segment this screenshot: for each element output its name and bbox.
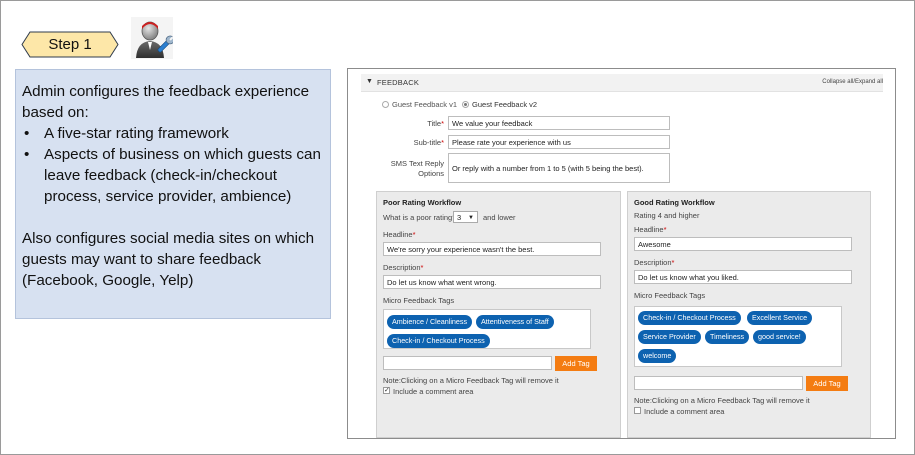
- title-label: Title*: [427, 119, 444, 128]
- good-description-label: Description*: [634, 258, 675, 267]
- description-social: Also configures social media sites on wh…: [22, 230, 315, 289]
- version-radio-group: Guest Feedback v1 Guest Feedback v2: [382, 100, 542, 109]
- version-v1-radio[interactable]: [382, 101, 389, 108]
- feedback-settings-screenshot: ▼ FEEDBACK Collapse all/Expand all Guest…: [347, 68, 896, 439]
- micro-feedback-tag[interactable]: Ambience / Cleanliness: [387, 315, 473, 329]
- feedback-section-header[interactable]: ▼ FEEDBACK Collapse all/Expand all: [361, 74, 883, 92]
- micro-feedback-tag[interactable]: Excellent Service: [747, 311, 813, 325]
- good-add-tag-button[interactable]: Add Tag: [806, 376, 848, 391]
- description-bullet: A five-star rating framework: [22, 123, 323, 144]
- good-workflow-title: Good Rating Workflow: [634, 198, 715, 207]
- description-bullet: Aspects of business on which guests can …: [22, 144, 323, 207]
- step-badge: Step 1: [21, 31, 119, 58]
- good-headline-input[interactable]: Awesome: [634, 237, 852, 251]
- poor-rating-suffix: and lower: [483, 213, 516, 222]
- poor-description-label: Description*: [383, 263, 424, 272]
- poor-tags-box: Ambience / Cleanliness Attentiveness of …: [383, 309, 591, 349]
- micro-feedback-tag[interactable]: Check-in / Checkout Process: [638, 311, 741, 325]
- subtitle-label: Sub-title*: [413, 138, 444, 147]
- poor-add-tag-button[interactable]: Add Tag: [555, 356, 597, 371]
- subtitle-input[interactable]: Please rate your experience with us: [448, 135, 670, 149]
- version-v1-label: Guest Feedback v1: [392, 100, 458, 109]
- version-v2-label: Guest Feedback v2: [472, 100, 538, 109]
- poor-headline-input[interactable]: We're sorry your experience wasn't the b…: [383, 242, 601, 256]
- good-new-tag-input[interactable]: [634, 376, 803, 390]
- good-comment-checkbox[interactable]: [634, 407, 641, 414]
- feedback-section-title: FEEDBACK: [377, 78, 420, 87]
- micro-feedback-tag[interactable]: Attentiveness of Staff: [476, 315, 554, 329]
- description-intro: Admin configures the feedback experience…: [22, 83, 310, 121]
- version-v2-radio[interactable]: [462, 101, 470, 108]
- poor-rating-workflow: Poor Rating Workflow What is a poor rati…: [376, 191, 621, 438]
- poor-description-input[interactable]: Do let us know what went wrong.: [383, 275, 601, 289]
- poor-tags-note: Note:Clicking on a Micro Feedback Tag wi…: [383, 376, 559, 385]
- micro-feedback-tag[interactable]: Check-in / Checkout Process: [387, 334, 490, 348]
- poor-tags-label: Micro Feedback Tags: [383, 296, 455, 305]
- step-label: Step 1: [48, 36, 92, 53]
- poor-new-tag-input[interactable]: [383, 356, 552, 370]
- collapse-expand-link[interactable]: Collapse all/Expand all: [822, 79, 883, 85]
- micro-feedback-tag[interactable]: welcome: [638, 349, 677, 363]
- poor-rating-question: What is a poor rating?: [383, 213, 457, 222]
- dropdown-arrow-icon: ▼: [468, 215, 474, 221]
- sms-options-input[interactable]: Or reply with a number from 1 to 5 (with…: [448, 153, 670, 183]
- description-bullets: A five-star rating framework Aspects of …: [22, 123, 323, 207]
- good-tags-label: Micro Feedback Tags: [634, 291, 706, 300]
- micro-feedback-tag[interactable]: Timeliness: [705, 330, 750, 344]
- poor-comment-label: Include a comment area: [393, 387, 474, 396]
- expand-caret-icon[interactable]: ▼: [366, 78, 373, 85]
- good-tags-note: Note:Clicking on a Micro Feedback Tag wi…: [634, 396, 810, 405]
- micro-feedback-tag[interactable]: Service Provider: [638, 330, 701, 344]
- good-comment-label: Include a comment area: [644, 407, 725, 416]
- good-tags-box: Check-in / Checkout Process Excellent Se…: [634, 306, 842, 367]
- poor-headline-label: Headline*: [383, 230, 416, 239]
- good-headline-label: Headline*: [634, 225, 667, 234]
- good-rating-text: Rating 4 and higher: [634, 211, 700, 220]
- micro-feedback-tag[interactable]: good service!: [753, 330, 806, 344]
- poor-rating-select[interactable]: 3 ▼: [453, 211, 478, 223]
- good-rating-workflow: Good Rating Workflow Rating 4 and higher…: [627, 191, 871, 438]
- poor-workflow-title: Poor Rating Workflow: [383, 198, 462, 207]
- title-input[interactable]: We value your feedback: [448, 116, 670, 130]
- admin-user-wrench-icon: [131, 17, 175, 59]
- description-panel: Admin configures the feedback experience…: [15, 69, 331, 319]
- sms-label: SMS Text Reply Options: [390, 159, 444, 178]
- poor-comment-checkbox[interactable]: ✓: [383, 387, 390, 394]
- good-description-input[interactable]: Do let us know what you liked.: [634, 270, 852, 284]
